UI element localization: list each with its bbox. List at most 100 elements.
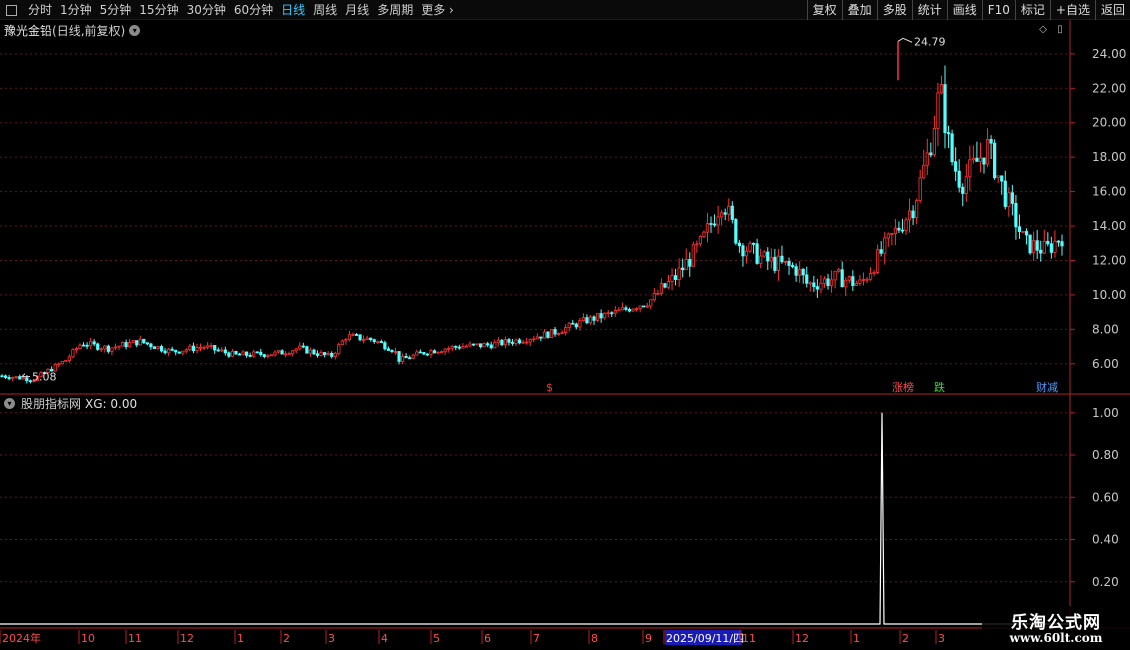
- candle-body: [404, 355, 408, 359]
- candle-body: [11, 377, 15, 380]
- candle-body: [337, 344, 341, 354]
- candle-body: [103, 345, 107, 350]
- event-marker-1: $: [546, 381, 553, 394]
- candle-body: [929, 152, 933, 156]
- candle-body: [230, 350, 235, 357]
- candle-body: [167, 348, 171, 354]
- time-axis-label: 2: [283, 632, 290, 645]
- candle-body: [656, 292, 660, 295]
- candle-body: [1035, 240, 1039, 251]
- candle-body: [188, 345, 192, 351]
- candle-body: [117, 345, 121, 348]
- candle-body: [1028, 234, 1032, 254]
- candle-body: [886, 233, 890, 239]
- xg-indicator-line: [0, 412, 1070, 625]
- candle-body: [106, 345, 110, 352]
- candle-body: [968, 159, 972, 178]
- candle-body: [308, 349, 313, 354]
- candle-body: [18, 376, 22, 380]
- candle-body: [67, 356, 71, 361]
- candle-body: [982, 157, 986, 165]
- candle-body: [610, 312, 614, 315]
- price-tick-label: 22.00: [1092, 81, 1126, 95]
- candle-body: [759, 255, 763, 264]
- crosshair-date-label: 2025/09/11/四: [666, 632, 744, 645]
- indicator-tick-label: 0.80: [1092, 448, 1119, 462]
- candle-body: [422, 352, 426, 355]
- candle-body: [223, 349, 227, 354]
- candle-body: [681, 267, 685, 271]
- stock-chart[interactable]: 24.0022.0020.0018.0016.0014.0012.0010.00…: [0, 0, 1130, 650]
- low-price-label: 5.08: [32, 371, 57, 384]
- candle-body: [372, 339, 376, 343]
- time-axis-label: 1: [237, 632, 244, 645]
- candle-body: [489, 344, 493, 349]
- candle-body: [794, 266, 798, 276]
- indicator-tick-label: 1.00: [1092, 406, 1119, 420]
- candle-body: [358, 334, 362, 341]
- candle-body: [826, 278, 830, 287]
- candle-body: [163, 350, 167, 354]
- low-pointer-icon: [20, 373, 30, 378]
- candle-body: [645, 305, 649, 308]
- candle-body: [64, 360, 68, 362]
- candle-body: [287, 353, 291, 356]
- high-pointer-icon: [897, 37, 913, 43]
- candle-body: [159, 346, 164, 352]
- candle-body: [1042, 240, 1046, 254]
- candle-body: [128, 342, 132, 348]
- candle-body: [461, 346, 465, 349]
- price-tick-label: 16.00: [1092, 185, 1126, 199]
- indicator-tick-label: 0.40: [1092, 533, 1119, 547]
- price-tick-label: 24.00: [1092, 47, 1126, 61]
- candle-body: [915, 200, 919, 219]
- candle-body: [663, 283, 667, 288]
- candle-body: [284, 353, 288, 356]
- time-axis-label: 11: [128, 632, 142, 645]
- time-axis-label: 3: [938, 632, 945, 645]
- candle-body: [578, 320, 582, 328]
- candle-body: [592, 316, 596, 321]
- candle-body: [1021, 231, 1025, 233]
- candle-body: [776, 255, 780, 271]
- candle-body: [954, 161, 958, 172]
- candle-body: [92, 341, 96, 345]
- candle-body: [872, 272, 876, 274]
- candle-body: [145, 342, 149, 345]
- candle-body: [567, 322, 571, 328]
- candle-body: [588, 316, 593, 324]
- candle-body: [595, 313, 600, 321]
- candle-body: [326, 353, 330, 356]
- candle-body: [521, 341, 525, 344]
- candle-body: [25, 377, 29, 382]
- time-axis-label: 2: [902, 632, 909, 645]
- candle-body: [156, 346, 160, 349]
- candle-body: [539, 336, 543, 339]
- candle-body: [996, 175, 1000, 179]
- watermark-url: www.60lt.com: [1009, 631, 1103, 645]
- indicator-tick-label: 0.60: [1092, 490, 1119, 504]
- candle-body: [634, 308, 639, 311]
- candle-body: [362, 339, 366, 341]
- candle-body: [698, 236, 702, 245]
- candle-body: [1024, 231, 1029, 236]
- candle-body: [333, 352, 337, 357]
- price-tick-label: 8.00: [1092, 322, 1119, 336]
- candle-body: [790, 265, 795, 268]
- time-axis-label: 3: [328, 632, 335, 645]
- candle-body: [234, 350, 238, 355]
- candle-body: [748, 242, 752, 252]
- candle-body: [883, 237, 887, 254]
- price-tick-label: 12.00: [1092, 253, 1126, 267]
- candle-body: [709, 223, 713, 225]
- candle-body: [705, 223, 710, 233]
- candle-body: [907, 210, 912, 221]
- candle-body: [805, 274, 809, 284]
- candle-body: [471, 343, 476, 346]
- candle-body: [347, 334, 352, 341]
- candle-body: [535, 336, 539, 340]
- candle-body: [844, 279, 848, 288]
- candle-body: [330, 353, 334, 357]
- candle-body: [294, 348, 298, 352]
- candle-body: [57, 363, 61, 366]
